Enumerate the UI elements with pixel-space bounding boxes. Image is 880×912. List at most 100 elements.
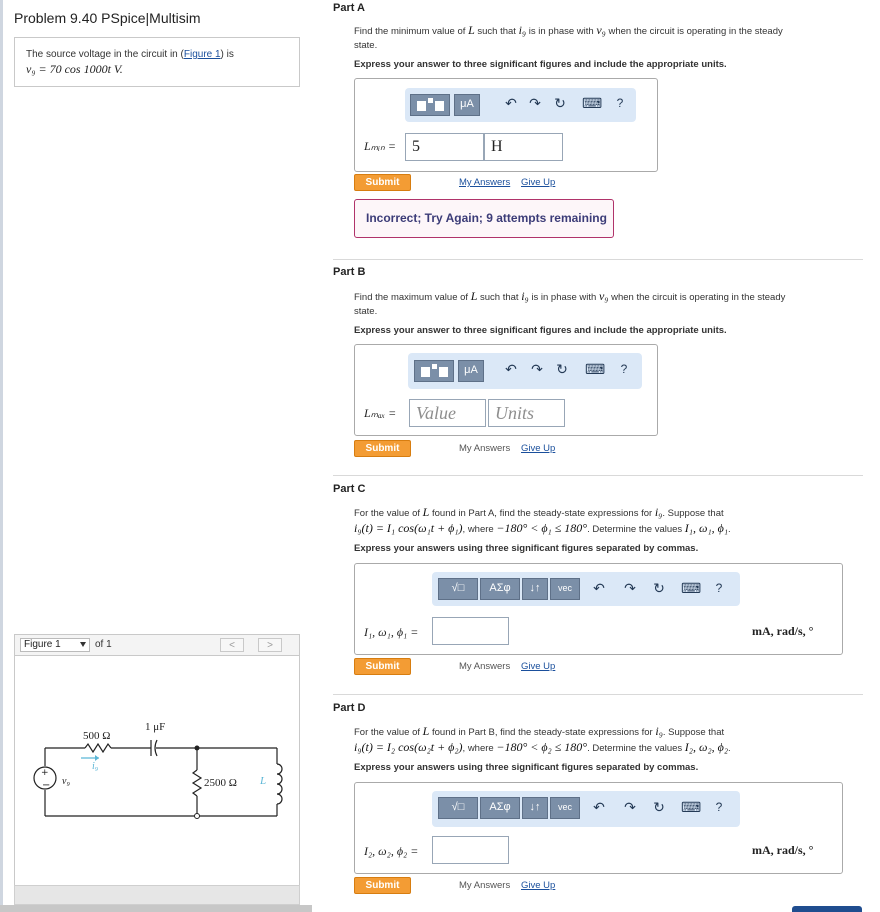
part-d-label: Part D bbox=[333, 702, 366, 714]
redo-icon[interactable]: ↷ bbox=[622, 580, 638, 597]
reset-icon[interactable]: ↻ bbox=[554, 361, 570, 378]
part-c-my-answers-link[interactable]: My Answers bbox=[459, 661, 510, 672]
part-a-instruction: Express your answer to three significant… bbox=[354, 59, 727, 70]
divider-a-b bbox=[333, 259, 863, 260]
part-d-q-L: L bbox=[422, 724, 430, 738]
prev-figure-button[interactable]: < bbox=[220, 638, 244, 652]
part-a-q3: is in phase with bbox=[528, 26, 594, 37]
redo-icon[interactable]: ↷ bbox=[529, 361, 545, 378]
undo-icon[interactable]: ↶ bbox=[591, 580, 607, 597]
vec-button[interactable]: vec bbox=[550, 578, 580, 600]
part-d-question: For the value of L found in Part B, find… bbox=[354, 724, 864, 756]
vec-button[interactable]: vec bbox=[550, 797, 580, 819]
part-c-vals: I₁, ω₁, ϕ₁ bbox=[684, 521, 728, 535]
templates-button[interactable] bbox=[410, 94, 450, 116]
arrows-button[interactable]: ↓↑ bbox=[522, 797, 548, 819]
part-c-var-label: I₁, ω₁, ϕ₁ = bbox=[364, 625, 419, 639]
part-d-q1: For the value of bbox=[354, 727, 421, 738]
problem-title: Problem 9.40 PSpice|Multisim bbox=[14, 10, 201, 26]
part-c-instruction: Express your answers using three signifi… bbox=[354, 543, 699, 554]
part-b-q4: when the circuit is operating in the ste… bbox=[611, 292, 786, 303]
source-label: v₉ bbox=[62, 776, 70, 787]
part-a-value-input[interactable]: 5 bbox=[405, 133, 484, 161]
part-a-q5: state. bbox=[354, 40, 378, 51]
math-templates-button[interactable]: √□ bbox=[438, 797, 478, 819]
continue-button-edge[interactable] bbox=[792, 906, 862, 912]
undo-icon[interactable]: ↶ bbox=[503, 95, 519, 112]
part-d-give-up-link[interactable]: Give Up bbox=[521, 880, 555, 891]
part-a-question: Find the minimum value of L such that i₉… bbox=[354, 23, 854, 53]
part-d-submit-button[interactable]: Submit bbox=[354, 877, 411, 894]
part-c-submit-button[interactable]: Submit bbox=[354, 658, 411, 675]
keyboard-icon[interactable]: ⌨ bbox=[681, 799, 701, 816]
help-icon[interactable]: ? bbox=[614, 96, 626, 110]
undo-icon[interactable]: ↶ bbox=[591, 799, 607, 816]
part-c-q4: , where bbox=[462, 524, 494, 535]
part-a-units-input[interactable]: H bbox=[484, 133, 563, 161]
keyboard-icon[interactable]: ⌨ bbox=[585, 361, 605, 378]
units-button[interactable]: μA bbox=[458, 360, 484, 382]
part-d-my-answers-link[interactable]: My Answers bbox=[459, 880, 510, 891]
keyboard-icon[interactable]: ⌨ bbox=[681, 580, 701, 597]
part-c-give-up-link[interactable]: Give Up bbox=[521, 661, 555, 672]
part-c-q-L: L bbox=[422, 505, 430, 519]
help-icon[interactable]: ? bbox=[713, 800, 725, 814]
current-label: i₉ bbox=[92, 761, 99, 772]
part-d-instruction: Express your answers using three signifi… bbox=[354, 762, 699, 773]
part-c-q1: For the value of bbox=[354, 508, 421, 519]
part-c-expr: i₉(t) = I₁ cos(ω₁t + ϕ₁) bbox=[354, 521, 463, 535]
figure-panel: + − v₉ 500 Ω 1 μF 2500 Ω L i₉ bbox=[14, 656, 300, 886]
part-c-answer-input[interactable] bbox=[432, 617, 509, 645]
part-b-give-up-link[interactable]: Give Up bbox=[521, 443, 555, 454]
resistor-2500-label: 2500 Ω bbox=[204, 777, 237, 789]
part-b-q3: is in phase with bbox=[531, 292, 597, 303]
part-a-var-label: Lₘᵢₙ = bbox=[364, 139, 396, 153]
part-b-submit-button[interactable]: Submit bbox=[354, 440, 411, 457]
part-a-feedback: Incorrect; Try Again; 9 attempts remaini… bbox=[354, 199, 614, 238]
part-c-question: For the value of L found in Part A, find… bbox=[354, 505, 864, 537]
redo-icon[interactable]: ↷ bbox=[622, 799, 638, 816]
part-c-label: Part C bbox=[333, 483, 366, 495]
part-b-label: Part B bbox=[333, 266, 366, 278]
part-a-submit-button[interactable]: Submit bbox=[354, 174, 411, 191]
part-a-give-up-link[interactable]: Give Up bbox=[521, 177, 555, 188]
left-bottom-bar bbox=[0, 905, 312, 912]
keyboard-icon[interactable]: ⌨ bbox=[582, 95, 602, 112]
part-d-q4: , where bbox=[462, 743, 494, 754]
part-b-q5: state. bbox=[354, 306, 378, 317]
part-a-label: Part A bbox=[333, 2, 365, 14]
templates-icon bbox=[421, 364, 448, 377]
part-d-q2: found in Part B, find the steady-state e… bbox=[431, 727, 653, 738]
greek-symbols-button[interactable]: ΑΣφ bbox=[480, 797, 520, 819]
help-icon[interactable]: ? bbox=[618, 362, 630, 376]
next-figure-button[interactable]: > bbox=[258, 638, 282, 652]
left-horizontal-scrollbar[interactable] bbox=[14, 885, 300, 905]
part-c-q2: found in Part A, find the steady-state e… bbox=[431, 508, 653, 519]
part-d-answer-input[interactable] bbox=[432, 836, 509, 864]
chevron-down-icon bbox=[80, 642, 86, 647]
part-a-q4: when the circuit is operating in the ste… bbox=[608, 26, 783, 37]
part-b-value-input[interactable]: Value bbox=[409, 399, 486, 427]
reset-icon[interactable]: ↻ bbox=[651, 580, 667, 597]
reset-icon[interactable]: ↻ bbox=[651, 799, 667, 816]
part-b-units-input[interactable]: Units bbox=[488, 399, 565, 427]
arrows-button[interactable]: ↓↑ bbox=[522, 578, 548, 600]
templates-button[interactable] bbox=[414, 360, 454, 382]
inductor-label: L bbox=[259, 775, 266, 787]
part-a-my-answers-link[interactable]: My Answers bbox=[459, 177, 510, 188]
undo-icon[interactable]: ↶ bbox=[503, 361, 519, 378]
part-b-my-answers-link[interactable]: My Answers bbox=[459, 443, 510, 454]
part-a-q-vg: v₉ bbox=[596, 23, 606, 37]
part-d-q3: . Suppose that bbox=[662, 727, 725, 738]
figure-link[interactable]: Figure 1 bbox=[184, 49, 221, 60]
greek-symbols-button[interactable]: ΑΣφ bbox=[480, 578, 520, 600]
units-button[interactable]: μA bbox=[454, 94, 480, 116]
part-c-range: −180° < ϕ₁ ≤ 180° bbox=[496, 521, 588, 535]
capacitor-label: 1 μF bbox=[145, 721, 165, 733]
part-d-q-ig: i₉ bbox=[655, 724, 663, 738]
part-c-q5: . Determine the values bbox=[587, 524, 683, 535]
math-templates-button[interactable]: √□ bbox=[438, 578, 478, 600]
help-icon[interactable]: ? bbox=[713, 581, 725, 595]
reset-icon[interactable]: ↻ bbox=[552, 95, 568, 112]
redo-icon[interactable]: ↷ bbox=[527, 95, 543, 112]
